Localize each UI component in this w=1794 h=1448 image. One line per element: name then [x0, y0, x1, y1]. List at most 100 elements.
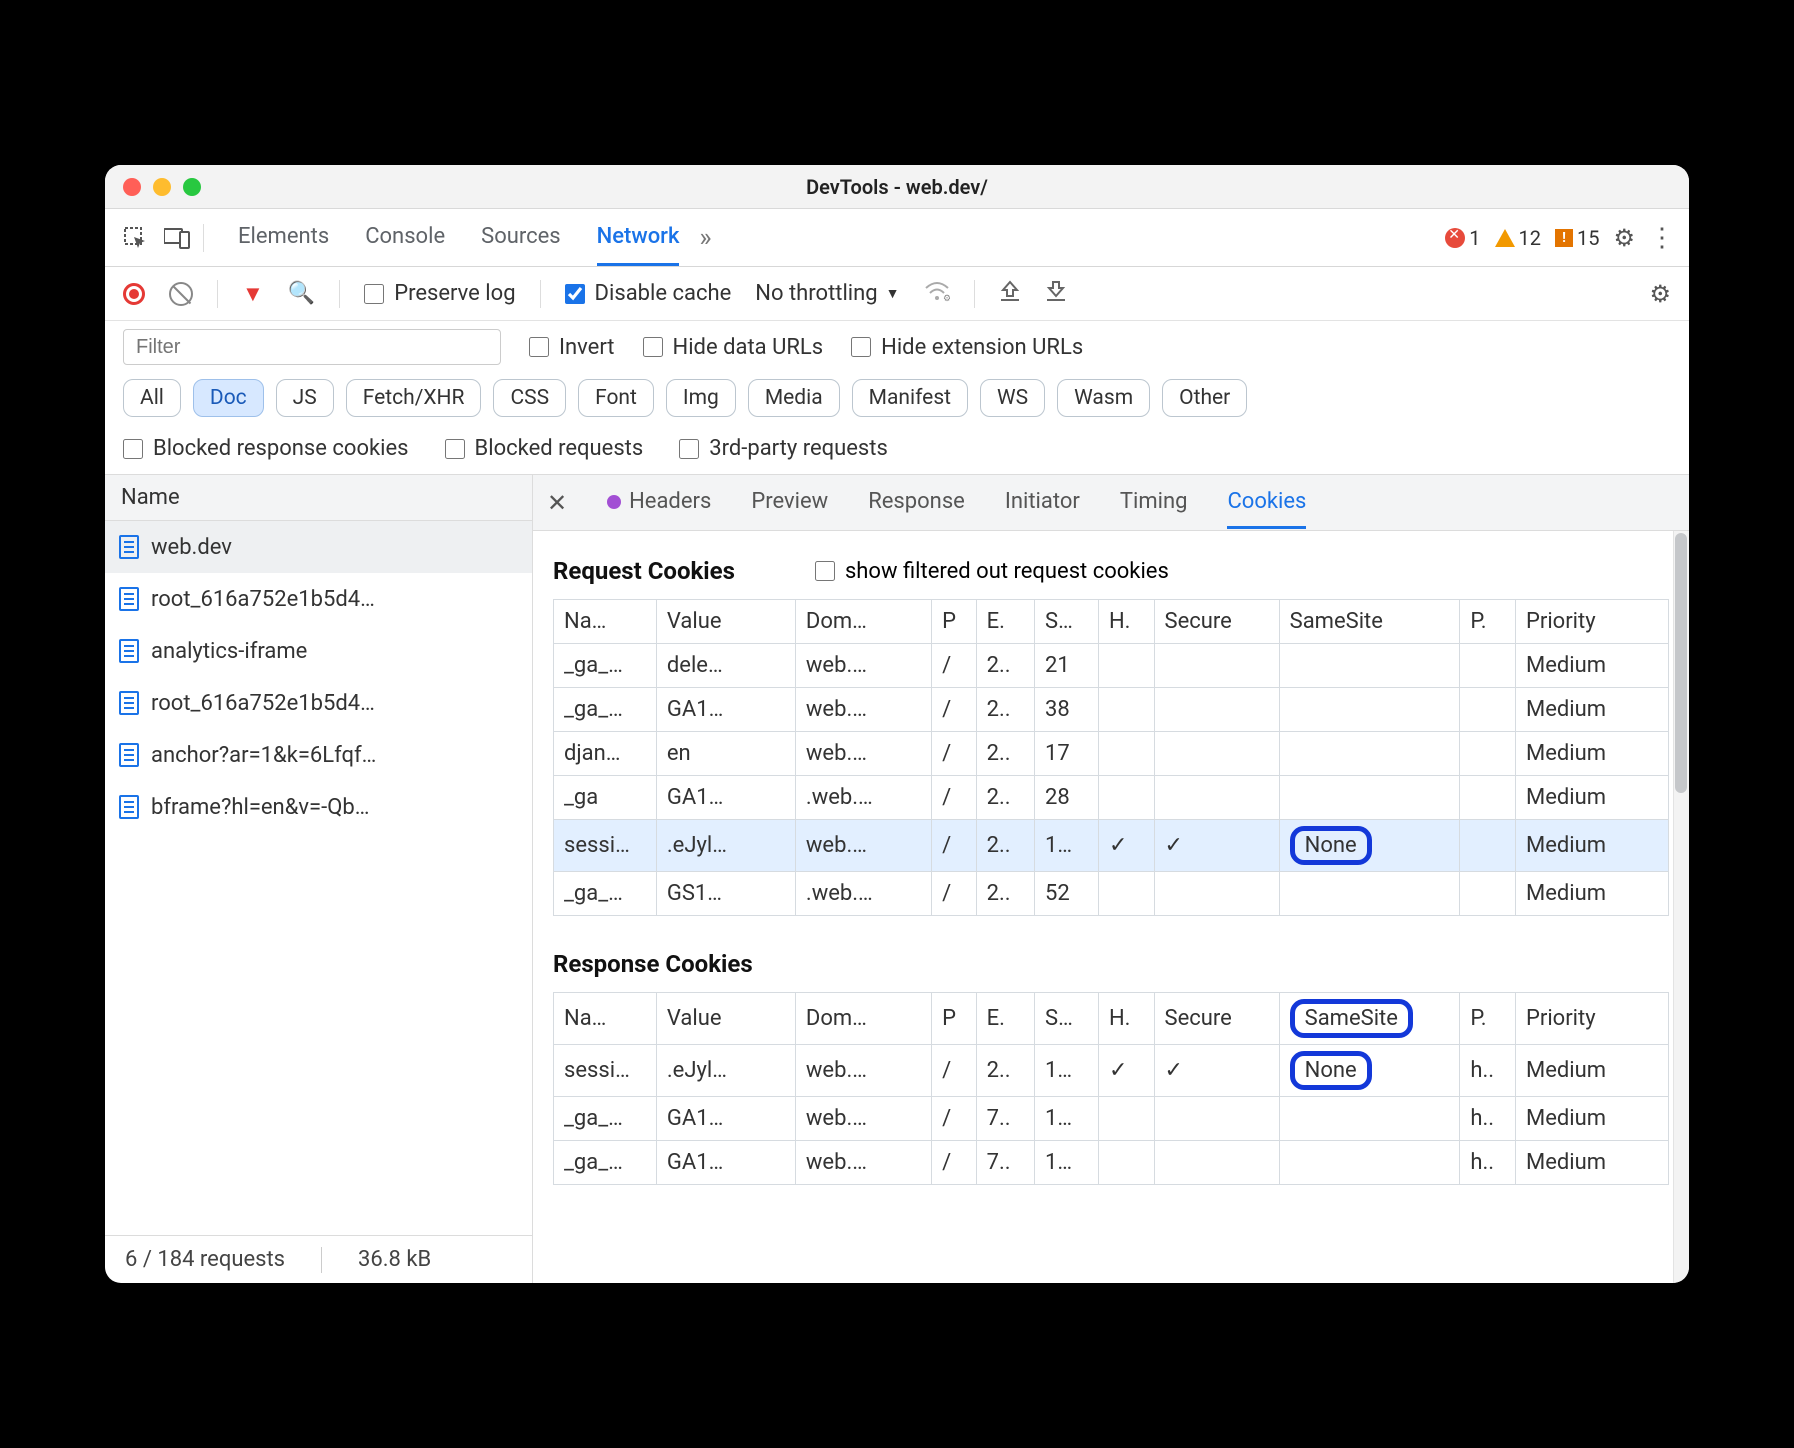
- table-header[interactable]: SameSite: [1279, 600, 1460, 644]
- request-row[interactable]: root_616a752e1b5d4…: [105, 573, 532, 625]
- table-header[interactable]: SameSite: [1279, 993, 1460, 1045]
- hide-data-urls-checkbox[interactable]: Hide data URLs: [643, 335, 824, 360]
- request-row[interactable]: bframe?hl=en&v=-Qb…: [105, 781, 532, 833]
- table-header[interactable]: Na…: [554, 600, 657, 644]
- filter-input[interactable]: [123, 329, 501, 365]
- detail-tab-initiator[interactable]: Initiator: [1005, 477, 1080, 529]
- table-row[interactable]: _ga_…GA1…web.…/2..38Medium: [554, 688, 1669, 732]
- blocked-cookies-checkbox[interactable]: Blocked response cookies: [123, 436, 409, 461]
- detail-tab-timing[interactable]: Timing: [1120, 477, 1188, 529]
- filter-bar: Invert Hide data URLs Hide extension URL…: [105, 321, 1689, 373]
- table-header[interactable]: H.: [1098, 993, 1154, 1045]
- show-filtered-checkbox[interactable]: show filtered out request cookies: [815, 559, 1169, 584]
- minimize-icon[interactable]: [153, 178, 171, 196]
- preserve-log-checkbox[interactable]: Preserve log: [364, 281, 515, 306]
- throttling-select[interactable]: No throttling▼: [755, 281, 899, 306]
- maximize-icon[interactable]: [183, 178, 201, 196]
- network-toolbar: ▼ 🔍 Preserve log Disable cache No thrott…: [105, 267, 1689, 321]
- response-cookies-title: Response Cookies: [553, 950, 753, 978]
- document-icon: [119, 535, 139, 559]
- warnings-badge[interactable]: 12: [1495, 226, 1541, 250]
- hide-extension-urls-checkbox[interactable]: Hide extension URLs: [851, 335, 1083, 360]
- clear-icon[interactable]: [169, 282, 193, 306]
- type-chip-all[interactable]: All: [123, 379, 181, 417]
- inspect-icon[interactable]: [119, 222, 151, 254]
- table-header[interactable]: Secure: [1154, 600, 1279, 644]
- table-row[interactable]: sessi….eJyl…web.…/2..1…✓✓NoneMedium: [554, 820, 1669, 872]
- request-row[interactable]: web.dev: [105, 521, 532, 573]
- gear-icon[interactable]: ⚙: [1613, 224, 1635, 252]
- scrollbar[interactable]: [1673, 531, 1689, 1283]
- search-icon[interactable]: 🔍: [288, 281, 315, 306]
- table-header[interactable]: H.: [1098, 600, 1154, 644]
- more-icon[interactable]: ⋮: [1649, 223, 1675, 253]
- type-chip-fetchxhr[interactable]: Fetch/XHR: [346, 379, 482, 417]
- table-row[interactable]: _gaGA1….web.…/2..28Medium: [554, 776, 1669, 820]
- tab-sources[interactable]: Sources: [481, 210, 561, 266]
- invert-checkbox[interactable]: Invert: [529, 335, 615, 360]
- table-header[interactable]: P.: [1460, 600, 1516, 644]
- table-header[interactable]: E.: [976, 993, 1034, 1045]
- type-chip-doc[interactable]: Doc: [193, 379, 264, 417]
- table-header[interactable]: Priority: [1516, 600, 1669, 644]
- request-row[interactable]: anchor?ar=1&k=6Lfqf…: [105, 729, 532, 781]
- table-row[interactable]: djan…enweb.…/2..17Medium: [554, 732, 1669, 776]
- filter-icon[interactable]: ▼: [242, 281, 264, 307]
- close-icon[interactable]: [123, 178, 141, 196]
- table-header[interactable]: E.: [976, 600, 1034, 644]
- table-row[interactable]: sessi….eJyl…web.…/2..1…✓✓Noneh..Medium: [554, 1045, 1669, 1097]
- type-chip-other[interactable]: Other: [1162, 379, 1247, 417]
- table-header[interactable]: P: [932, 993, 976, 1045]
- type-chip-img[interactable]: Img: [666, 379, 736, 417]
- requests-header[interactable]: Name: [105, 475, 532, 521]
- table-row[interactable]: _ga_…dele…web.…/2..21Medium: [554, 644, 1669, 688]
- table-header[interactable]: Na…: [554, 993, 657, 1045]
- table-header[interactable]: Dom…: [795, 993, 931, 1045]
- tab-elements[interactable]: Elements: [238, 210, 329, 266]
- network-settings-icon[interactable]: ⚙: [1649, 280, 1671, 308]
- table-row[interactable]: _ga_…GA1…web.…/7..1…h..Medium: [554, 1141, 1669, 1185]
- third-party-checkbox[interactable]: 3rd-party requests: [679, 436, 888, 461]
- upload-har-icon[interactable]: [999, 280, 1021, 308]
- type-chip-ws[interactable]: WS: [980, 379, 1045, 417]
- table-row[interactable]: _ga_…GS1….web.…/2..52Medium: [554, 872, 1669, 916]
- type-chip-font[interactable]: Font: [578, 379, 654, 417]
- status-bar: 6 / 184 requests 36.8 kB: [105, 1235, 532, 1283]
- table-header[interactable]: Priority: [1516, 993, 1669, 1045]
- table-header[interactable]: Value: [656, 600, 795, 644]
- table-header[interactable]: S…: [1035, 993, 1099, 1045]
- request-row[interactable]: analytics-iframe: [105, 625, 532, 677]
- table-header[interactable]: Dom…: [795, 600, 931, 644]
- table-header[interactable]: P: [932, 600, 976, 644]
- table-header[interactable]: S…: [1035, 600, 1099, 644]
- close-icon[interactable]: ✕: [547, 489, 567, 517]
- device-toggle-icon[interactable]: [161, 222, 193, 254]
- tab-console[interactable]: Console: [365, 210, 445, 266]
- request-cookies-title: Request Cookies: [553, 557, 735, 585]
- disable-cache-checkbox[interactable]: Disable cache: [565, 281, 732, 306]
- tab-network[interactable]: Network: [597, 210, 680, 266]
- record-icon[interactable]: [123, 283, 145, 305]
- detail-tab-headers[interactable]: Headers: [607, 477, 711, 529]
- titlebar: DevTools - web.dev/: [105, 165, 1689, 209]
- download-har-icon[interactable]: [1045, 280, 1067, 308]
- detail-tab-preview[interactable]: Preview: [751, 477, 828, 529]
- type-chip-wasm[interactable]: Wasm: [1057, 379, 1150, 417]
- type-chip-media[interactable]: Media: [748, 379, 840, 417]
- table-header[interactable]: P.: [1460, 993, 1516, 1045]
- tabs-overflow-icon[interactable]: »: [689, 222, 721, 254]
- request-cookies-table: Na…ValueDom…PE.S…H.SecureSameSiteP.Prior…: [553, 599, 1669, 916]
- type-chip-css[interactable]: CSS: [493, 379, 566, 417]
- detail-tab-response[interactable]: Response: [868, 477, 965, 529]
- table-header[interactable]: Secure: [1154, 993, 1279, 1045]
- issues-badge[interactable]: !15: [1555, 226, 1599, 250]
- request-row[interactable]: root_616a752e1b5d4…: [105, 677, 532, 729]
- table-row[interactable]: _ga_…GA1…web.…/7..1…h..Medium: [554, 1097, 1669, 1141]
- network-conditions-icon[interactable]: ⚙: [924, 280, 950, 308]
- table-header[interactable]: Value: [656, 993, 795, 1045]
- errors-badge[interactable]: 1: [1445, 226, 1480, 250]
- type-chip-manifest[interactable]: Manifest: [852, 379, 968, 417]
- blocked-requests-checkbox[interactable]: Blocked requests: [445, 436, 644, 461]
- type-chip-js[interactable]: JS: [276, 379, 334, 417]
- detail-tab-cookies[interactable]: Cookies: [1227, 477, 1306, 529]
